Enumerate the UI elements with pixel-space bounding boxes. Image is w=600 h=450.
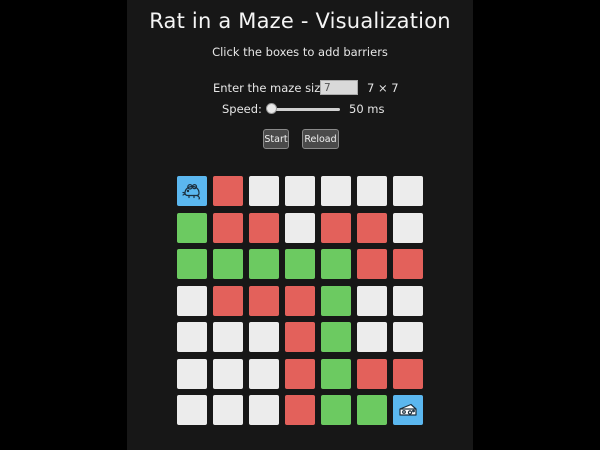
path-cell-6-4[interactable] xyxy=(321,395,351,425)
open-cell-1-3[interactable] xyxy=(285,212,315,243)
barrier-cell-2-5[interactable] xyxy=(357,249,387,279)
reload-button[interactable]: Reload xyxy=(302,129,339,149)
instructions-text: Click the boxes to add barriers xyxy=(212,45,388,59)
page-panel: Rat in a Maze - Visualization Click the … xyxy=(127,0,473,450)
open-cell-4-5[interactable] xyxy=(357,322,387,352)
path-cell-2-0[interactable] xyxy=(177,249,207,279)
maze-size-label: Enter the maze size: xyxy=(213,81,332,95)
open-cell-4-2[interactable] xyxy=(249,322,279,352)
goal-cell-6-6[interactable] xyxy=(393,395,423,425)
path-cell-2-4[interactable] xyxy=(321,249,351,279)
maze-size-row: Enter the maze size: 7 × 7 xyxy=(127,80,473,96)
open-cell-0-4[interactable] xyxy=(321,176,351,206)
barrier-cell-3-1[interactable] xyxy=(213,285,243,316)
open-cell-5-1[interactable] xyxy=(213,358,243,389)
speed-slider-thumb[interactable] xyxy=(266,103,277,114)
barrier-cell-5-6[interactable] xyxy=(393,358,423,389)
speed-row: Speed: 50 ms xyxy=(127,100,473,118)
open-cell-4-6[interactable] xyxy=(393,322,423,352)
start-button[interactable]: Start xyxy=(263,129,289,149)
open-cell-4-1[interactable] xyxy=(213,322,243,352)
path-cell-2-3[interactable] xyxy=(285,249,315,279)
page-title: Rat in a Maze - Visualization xyxy=(149,9,451,33)
path-cell-5-4[interactable] xyxy=(321,358,351,389)
barrier-cell-2-6[interactable] xyxy=(393,249,423,279)
barrier-cell-6-3[interactable] xyxy=(285,395,315,425)
open-cell-5-0[interactable] xyxy=(177,358,207,389)
rat-icon xyxy=(182,182,202,200)
barrier-cell-4-3[interactable] xyxy=(285,322,315,352)
speed-value: 50 ms xyxy=(349,102,385,116)
barrier-cell-0-1[interactable] xyxy=(213,176,243,206)
open-cell-6-2[interactable] xyxy=(249,395,279,425)
path-cell-4-4[interactable] xyxy=(321,322,351,352)
maze-size-display: 7 × 7 xyxy=(367,81,399,95)
path-cell-2-2[interactable] xyxy=(249,249,279,279)
maze-grid xyxy=(177,176,423,425)
barrier-cell-3-3[interactable] xyxy=(285,285,315,316)
open-cell-6-1[interactable] xyxy=(213,395,243,425)
path-cell-3-4[interactable] xyxy=(321,285,351,316)
barrier-cell-1-4[interactable] xyxy=(321,212,351,243)
path-cell-2-1[interactable] xyxy=(213,249,243,279)
path-cell-6-5[interactable] xyxy=(357,395,387,425)
open-cell-0-2[interactable] xyxy=(249,176,279,206)
barrier-cell-3-2[interactable] xyxy=(249,285,279,316)
start-cell-0-0[interactable] xyxy=(177,176,207,206)
barrier-cell-1-5[interactable] xyxy=(357,212,387,243)
barrier-cell-5-5[interactable] xyxy=(357,358,387,389)
cheese-icon xyxy=(398,402,418,418)
open-cell-0-3[interactable] xyxy=(285,176,315,206)
open-cell-4-0[interactable] xyxy=(177,322,207,352)
path-cell-1-0[interactable] xyxy=(177,212,207,243)
open-cell-3-6[interactable] xyxy=(393,285,423,316)
open-cell-1-6[interactable] xyxy=(393,212,423,243)
barrier-cell-1-2[interactable] xyxy=(249,212,279,243)
speed-slider-track[interactable] xyxy=(267,108,340,111)
open-cell-0-6[interactable] xyxy=(393,176,423,206)
open-cell-0-5[interactable] xyxy=(357,176,387,206)
barrier-cell-5-3[interactable] xyxy=(285,358,315,389)
barrier-cell-1-1[interactable] xyxy=(213,212,243,243)
open-cell-5-2[interactable] xyxy=(249,358,279,389)
open-cell-3-5[interactable] xyxy=(357,285,387,316)
speed-label: Speed: xyxy=(222,102,262,116)
open-cell-3-0[interactable] xyxy=(177,285,207,316)
open-cell-6-0[interactable] xyxy=(177,395,207,425)
maze-size-input[interactable] xyxy=(320,80,358,95)
